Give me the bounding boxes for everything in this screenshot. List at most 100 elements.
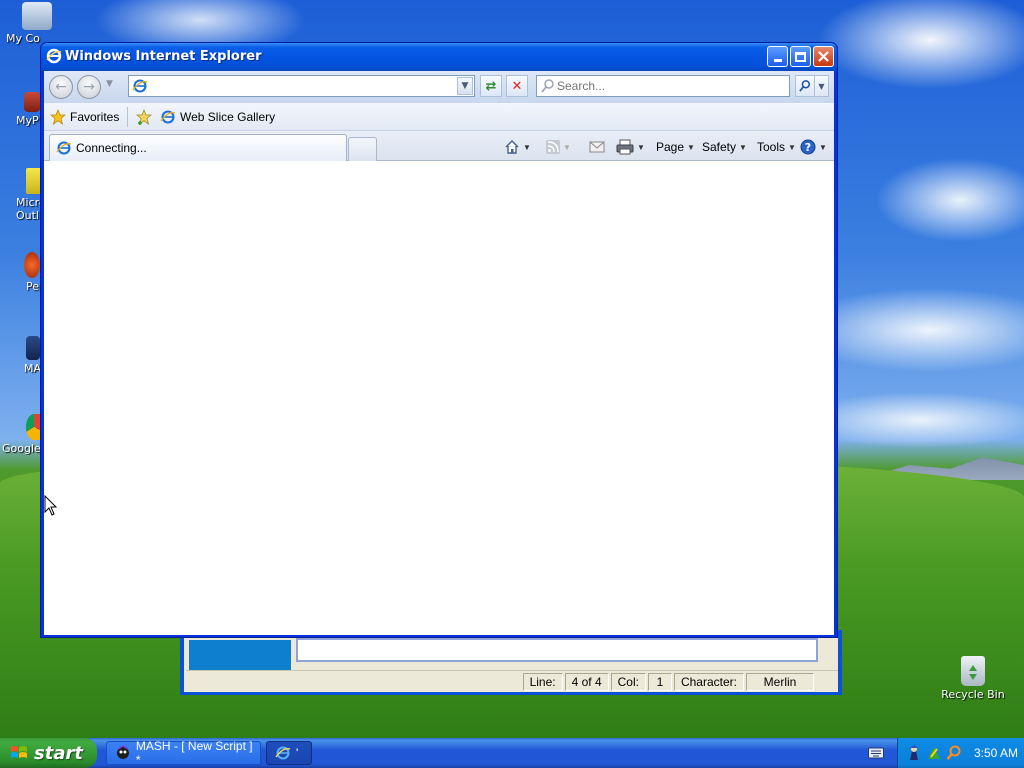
desktop-icon-label: Micro Outl [16, 196, 42, 222]
chevron-down-icon: ▼ [523, 142, 531, 152]
printer-icon [616, 139, 634, 155]
search-input[interactable] [557, 77, 785, 95]
search-options-dropdown[interactable]: ▼ [815, 75, 829, 97]
chevron-down-icon: ▼ [739, 142, 747, 152]
maximize-button[interactable] [790, 46, 811, 67]
mash-app-icon [116, 745, 129, 759]
forward-button[interactable]: → [77, 75, 101, 99]
chevron-down-icon: ▼ [461, 81, 469, 91]
start-button[interactable]: start [0, 738, 97, 768]
tools-menu-button[interactable]: Tools ▼ [757, 137, 796, 157]
taskbar: start MASH - [ New Script ] * ' 3:50 AM [0, 738, 1024, 768]
page-menu-label: Page [656, 140, 685, 154]
recent-pages-dropdown-icon[interactable]: ▼ [106, 79, 113, 89]
start-label: start [34, 742, 83, 764]
mash-status-bar: Line: 4 of 4 Col: 1 Character: Merlin [186, 670, 838, 692]
ie-page-icon [132, 79, 148, 93]
rss-feed-icon [546, 140, 560, 154]
chevron-down-icon: ▼ [819, 142, 827, 152]
ie-titlebar[interactable]: Windows Internet Explorer [41, 43, 837, 71]
help-icon: ? [800, 139, 816, 155]
favorites-button[interactable]: Favorites [50, 107, 119, 127]
help-button[interactable]: ? ▼ [800, 137, 827, 157]
window-title: Windows Internet Explorer [65, 49, 262, 64]
status-line-label: Line: [522, 672, 563, 691]
status-col-value: 1 [647, 672, 672, 691]
ie-page-icon [56, 141, 72, 155]
close-button[interactable] [813, 46, 834, 67]
status-col-label: Col: [610, 672, 646, 691]
safety-menu-button[interactable]: Safety ▼ [702, 137, 747, 157]
mash-icon [26, 336, 40, 360]
search-icon [799, 80, 811, 92]
taskbar-item-ie[interactable]: ' [266, 741, 312, 765]
address-dropdown-button[interactable]: ▼ [457, 77, 473, 95]
navigation-bar: ← → ▼ ▼ ⇄ ✕ Search... ▼ [44, 71, 834, 103]
favorites-label: Favorites [70, 110, 120, 124]
minimize-button[interactable] [767, 46, 788, 67]
chevron-down-icon: ▼ [687, 142, 695, 152]
back-button[interactable]: ← [49, 75, 73, 99]
ie-icon [275, 746, 291, 760]
print-button[interactable]: ▼ [616, 137, 645, 157]
network-tray-icon[interactable] [926, 745, 942, 761]
chevron-down-icon: ▼ [818, 81, 825, 91]
ie-window: Windows Internet Explorer ← → ▼ ▼ ⇄ ✕ Se… [40, 42, 838, 638]
svg-text:?: ? [805, 141, 811, 154]
minimize-icon [773, 59, 782, 62]
address-bar[interactable]: ▼ [128, 75, 475, 97]
ie-icon [46, 48, 62, 64]
taskbar-item-label: ' [296, 746, 299, 760]
stop-button[interactable]: ✕ [506, 75, 528, 97]
chevron-down-icon: ▼ [637, 142, 645, 152]
ie-page-icon [160, 110, 176, 124]
recycle-bin-icon [961, 656, 985, 686]
windows-logo-icon [11, 746, 27, 758]
page-menu-button[interactable]: Page ▼ [656, 137, 695, 157]
desktop-icon-my-computer[interactable]: My Co [2, 2, 72, 45]
status-char-label: Character: [673, 672, 744, 691]
refresh-icon: ⇄ [485, 78, 497, 94]
add-to-favorites-bar-icon[interactable] [136, 109, 152, 125]
web-slice-gallery-link[interactable]: Web Slice Gallery [160, 107, 275, 127]
search-go-button[interactable] [795, 75, 815, 97]
computer-icon [22, 2, 52, 30]
mash-side-panel [189, 640, 291, 670]
address-input[interactable] [151, 77, 451, 95]
ie-client: ← → ▼ ▼ ⇄ ✕ Search... ▼ Favorites Web Sl… [44, 71, 834, 635]
taskbar-item-mash[interactable]: MASH - [ New Script ] * [106, 739, 261, 767]
shortcut-icon [24, 92, 40, 112]
refresh-button[interactable]: ⇄ [480, 75, 502, 97]
tools-menu-label: Tools [757, 140, 786, 154]
tab-connecting[interactable]: Connecting... [49, 134, 347, 161]
divider [127, 107, 128, 127]
favorites-star-icon [50, 109, 66, 125]
desktop-icon-recycle-bin[interactable]: Recycle Bin [938, 656, 1008, 701]
page-content-area[interactable] [44, 162, 834, 635]
stop-icon: ✕ [511, 78, 523, 94]
desktop-icon-label: Recycle Bin [941, 688, 1005, 701]
web-slice-label: Web Slice Gallery [180, 110, 276, 124]
tab-label: Connecting... [76, 141, 147, 155]
shortcut-icon [24, 252, 40, 278]
home-icon [505, 140, 519, 154]
home-button[interactable]: ▼ [504, 137, 531, 157]
system-tray: 3:50 AM [897, 738, 1024, 768]
keyboard-icon[interactable] [868, 746, 884, 760]
search-box[interactable] [536, 75, 790, 97]
new-tab-button[interactable] [348, 137, 377, 161]
mash-editor-pane[interactable] [296, 638, 818, 662]
mouse-cursor-icon [44, 495, 58, 516]
clock[interactable]: 3:50 AM [974, 746, 1018, 760]
safety-menu-label: Safety [702, 140, 737, 154]
agent-tray-icon[interactable] [906, 745, 922, 761]
favorites-bar: Favorites Web Slice Gallery [44, 103, 834, 131]
read-mail-button[interactable] [589, 137, 605, 157]
search-tray-icon[interactable] [946, 745, 962, 761]
status-line-value: 4 of 4 [564, 672, 609, 691]
taskbar-item-label: MASH - [ New Script ] * [135, 739, 253, 767]
feeds-button[interactable]: ▼ [546, 137, 571, 157]
back-arrow-icon: ← [55, 79, 67, 95]
maximize-icon [795, 51, 806, 62]
status-char-value: Merlin [746, 672, 814, 691]
